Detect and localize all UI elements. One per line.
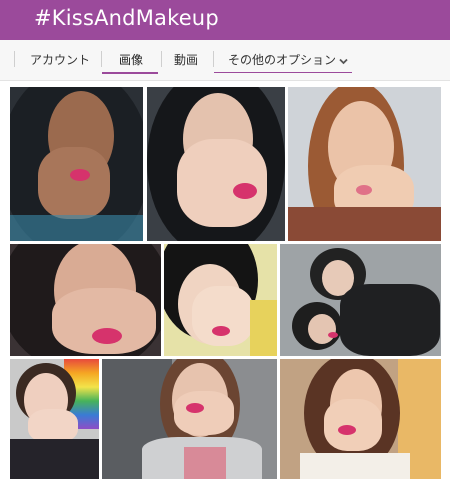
tab-divider <box>161 51 162 67</box>
tab-divider <box>213 51 214 67</box>
more-options-underline <box>214 72 352 73</box>
photo-8[interactable] <box>102 359 277 479</box>
tab-images[interactable]: 画像 <box>108 49 154 71</box>
photo-9[interactable] <box>280 359 441 479</box>
tab-more-options-label: その他のオプション <box>228 53 337 67</box>
tab-accounts[interactable]: アカウント <box>30 49 90 71</box>
tab-videos[interactable]: 動画 <box>168 49 204 71</box>
image-results-grid <box>10 87 441 479</box>
photo-1[interactable] <box>10 87 143 241</box>
chevron-down-icon <box>339 50 348 72</box>
photo-5[interactable] <box>164 244 277 356</box>
photo-6[interactable] <box>280 244 441 356</box>
photo-3[interactable] <box>288 87 441 241</box>
active-tab-underline <box>102 72 158 74</box>
hashtag-title: #KissAndMakeup <box>34 6 219 30</box>
top-header-bar: #KissAndMakeup <box>0 0 450 40</box>
photo-7[interactable] <box>10 359 99 479</box>
search-tabs-bar: アカウント 画像 動画 その他のオプション <box>0 40 450 81</box>
photo-2[interactable] <box>147 87 285 241</box>
photo-4[interactable] <box>10 244 161 356</box>
tab-divider <box>101 51 102 67</box>
tab-divider <box>14 51 15 67</box>
tab-more-options[interactable]: その他のオプション <box>228 49 348 71</box>
